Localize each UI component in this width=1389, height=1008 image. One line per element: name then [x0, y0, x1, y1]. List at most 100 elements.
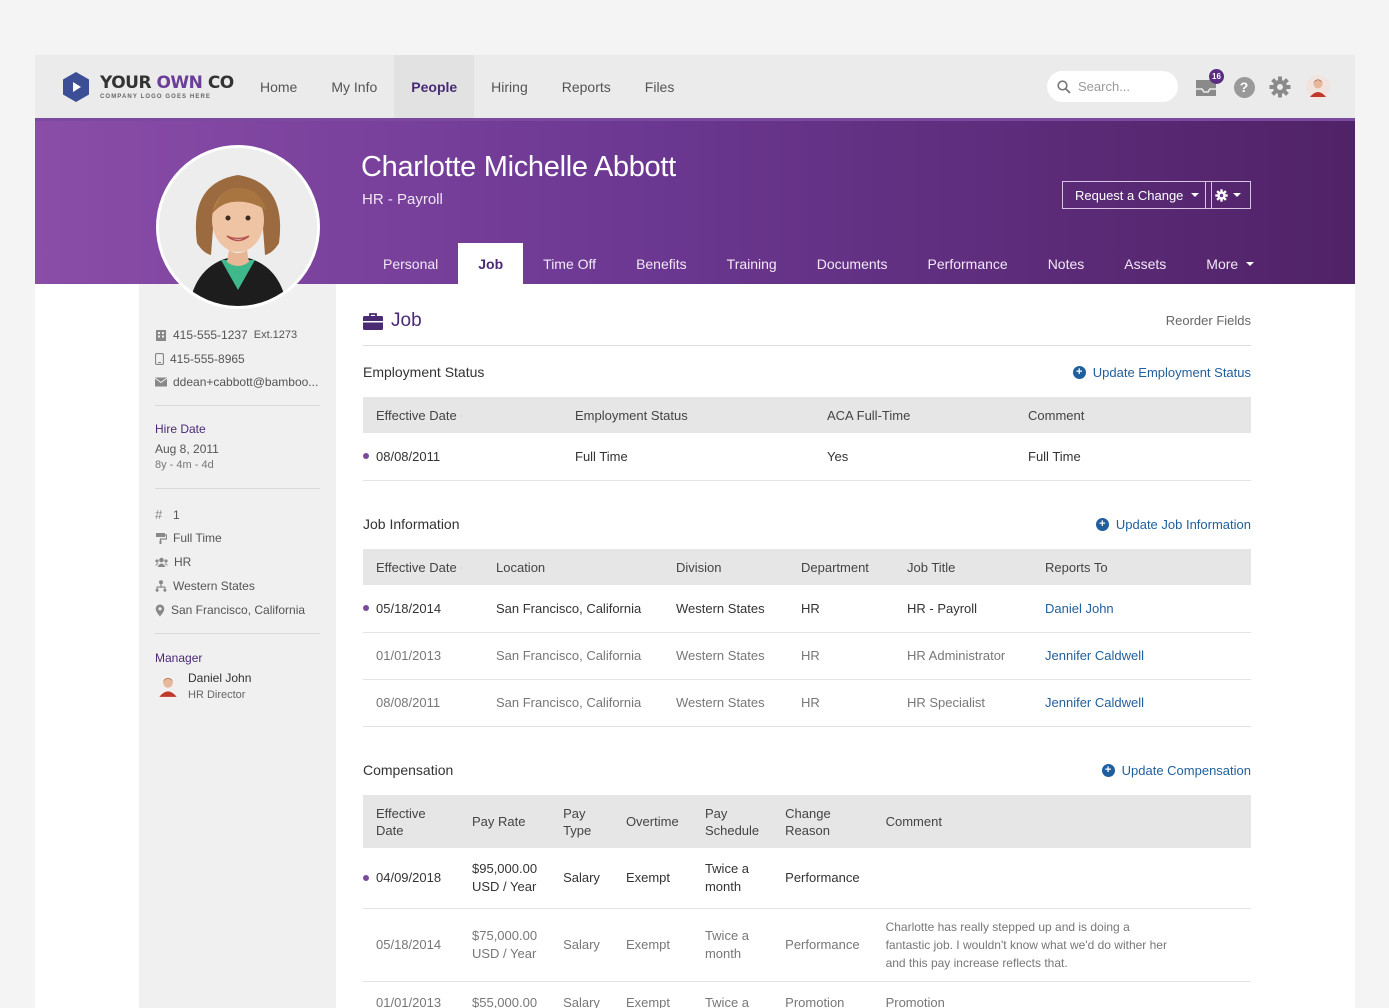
mobile-phone-number: 415-555-8965: [170, 352, 245, 366]
column-header[interactable]: Location: [483, 549, 663, 585]
table-header-row: Effective Date Location Division Departm…: [363, 549, 1251, 585]
column-header[interactable]: Department: [788, 549, 894, 585]
employment-status-table: Effective Date Employment Status ACA Ful…: [363, 397, 1251, 481]
nav-reports[interactable]: Reports: [545, 55, 628, 118]
table-cell: Salary: [550, 981, 613, 1008]
settings-button[interactable]: [1267, 74, 1293, 100]
chevron-down-icon: [1233, 193, 1241, 197]
profile-settings-button[interactable]: [1205, 181, 1251, 209]
main-nav: Home My Info People Hiring Reports Files: [243, 55, 691, 118]
table-cell: Charlotte has really stepped up and is d…: [872, 908, 1251, 982]
tab-documents[interactable]: Documents: [797, 243, 908, 284]
employee-job-title: HR - Payroll: [362, 191, 443, 208]
reorder-fields-link[interactable]: Reorder Fields: [1166, 313, 1251, 328]
table-cell: Western States: [663, 679, 788, 727]
table-cell: [872, 848, 1251, 909]
column-header[interactable]: Pay Rate: [459, 795, 551, 848]
table-cell: Performance: [772, 848, 873, 909]
profile-sidebar: 415-555-1237 Ext.1273 415-555-8965 ddean…: [139, 284, 336, 1008]
column-header[interactable]: Effective Date: [363, 549, 483, 585]
tab-more[interactable]: More: [1186, 243, 1274, 284]
column-header[interactable]: Employment Status: [562, 397, 814, 433]
column-header[interactable]: Overtime: [612, 795, 692, 848]
column-header[interactable]: Reports To: [1032, 549, 1251, 585]
tab-personal[interactable]: Personal: [363, 243, 458, 284]
employee-name: Charlotte Michelle Abbott: [361, 151, 676, 183]
user-avatar-icon: [1306, 75, 1330, 99]
map-pin-icon: [155, 604, 165, 616]
tab-performance[interactable]: Performance: [908, 243, 1028, 284]
tab-training[interactable]: Training: [707, 243, 797, 284]
cell-text: 08/08/2011: [376, 448, 441, 464]
search-icon: [1057, 79, 1071, 94]
inbox-button[interactable]: 16: [1193, 69, 1224, 100]
department: HR: [155, 555, 191, 569]
tenure-value: 8y - 4m - 4d: [155, 459, 214, 471]
table-row[interactable]: 01/01/2013 San Francisco, California Wes…: [363, 632, 1251, 680]
logo-wordmark: YOUR OWN CO: [100, 73, 234, 93]
company-logo[interactable]: YOUR OWN CO COMPANY LOGO GOES HERE: [60, 71, 234, 103]
column-header[interactable]: Pay Schedule: [691, 795, 773, 848]
table-cell: HR Specialist: [894, 679, 1032, 727]
request-change-label: Request a Change: [1075, 187, 1184, 203]
request-change-button[interactable]: Request a Change: [1062, 181, 1213, 209]
hash-icon: #: [155, 507, 163, 522]
reports-to-link[interactable]: Jennifer Caldwell: [1045, 695, 1144, 710]
tab-notes[interactable]: Notes: [1028, 243, 1105, 284]
table-cell: HR: [788, 632, 894, 680]
column-header[interactable]: Effective Date: [363, 795, 459, 848]
search-input[interactable]: [1078, 79, 1173, 94]
table-row[interactable]: 08/08/2011 Full Time Yes Full Time: [363, 433, 1251, 481]
tab-time-off[interactable]: Time Off: [523, 243, 616, 284]
column-header[interactable]: Job Title: [894, 549, 1032, 585]
logo-text: YOUR OWN CO COMPANY LOGO GOES HERE: [100, 74, 234, 100]
update-employment-status-link[interactable]: + Update Employment Status: [1072, 365, 1251, 380]
nav-home[interactable]: Home: [243, 55, 314, 118]
table-cell: Western States: [663, 585, 788, 633]
table-cell: San Francisco, California: [483, 679, 663, 727]
nav-my-info[interactable]: My Info: [314, 55, 394, 118]
column-header[interactable]: Change Reason: [772, 795, 873, 848]
column-header[interactable]: Pay Type: [550, 795, 613, 848]
table-cell: 01/01/2013: [363, 981, 459, 1008]
update-compensation-link[interactable]: + Update Compensation: [1101, 763, 1251, 778]
table-cell: 08/08/2011: [363, 679, 483, 727]
reports-to-link[interactable]: Daniel John: [1045, 601, 1114, 616]
table-row[interactable]: 05/18/2014 San Francisco, California Wes…: [363, 585, 1251, 633]
location-value: San Francisco, California: [171, 603, 306, 617]
user-avatar-button[interactable]: [1305, 74, 1331, 100]
table-row[interactable]: 04/09/2018 $95,000.00 USD / Year Salary …: [363, 848, 1251, 909]
column-header[interactable]: Division: [663, 549, 788, 585]
column-header[interactable]: Comment: [1015, 397, 1251, 433]
reports-to-link[interactable]: Jennifer Caldwell: [1045, 648, 1144, 663]
nav-files[interactable]: Files: [628, 55, 692, 118]
cell-text: 05/18/2014: [376, 600, 442, 616]
table-cell: $95,000.00 USD / Year: [459, 848, 551, 909]
column-header[interactable]: Effective Date: [363, 397, 562, 433]
email-link[interactable]: ddean+cabbott@bamboo...: [173, 375, 318, 389]
tab-assets[interactable]: Assets: [1104, 243, 1186, 284]
employee-number: # 1: [155, 507, 180, 522]
table-row[interactable]: 01/01/2013 $55,000.00 USD / Year Salary …: [363, 981, 1251, 1008]
location: San Francisco, California: [155, 603, 305, 617]
help-button[interactable]: ?: [1231, 74, 1257, 100]
nav-people[interactable]: People: [394, 55, 475, 118]
update-job-information-link[interactable]: + Update Job Information: [1095, 517, 1251, 532]
table-cell: Jennifer Caldwell: [1032, 679, 1251, 727]
employee-photo[interactable]: [156, 145, 320, 309]
search-box: [1047, 71, 1178, 102]
tab-job[interactable]: Job: [458, 243, 524, 284]
nav-hiring[interactable]: Hiring: [474, 55, 545, 118]
column-header[interactable]: ACA Full-Time: [814, 397, 1015, 433]
job-heading: Job: [363, 310, 422, 332]
manager-avatar[interactable]: [155, 673, 181, 699]
table-row[interactable]: 08/08/2011 San Francisco, California Wes…: [363, 679, 1251, 727]
people-group-icon: [155, 557, 168, 567]
table-row[interactable]: 05/18/2014 $75,000.00 USD / Year Salary …: [363, 908, 1251, 982]
tab-benefits[interactable]: Benefits: [616, 243, 707, 284]
compensation-table: Effective Date Pay Rate Pay Type Overtime …: [363, 795, 1251, 1008]
manager-name[interactable]: Daniel John: [188, 671, 251, 685]
table-cell: Salary: [550, 908, 613, 982]
column-header[interactable]: Comment: [872, 795, 1251, 848]
profile-tabs: Personal Job Time Off Benefits Training …: [363, 243, 1274, 284]
